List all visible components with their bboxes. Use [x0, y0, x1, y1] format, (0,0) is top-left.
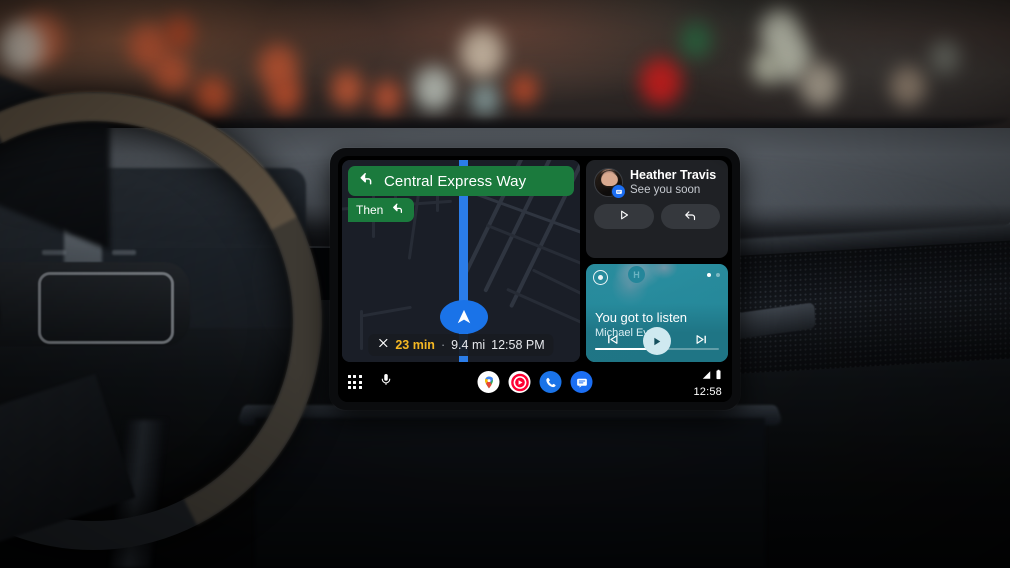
eta-arrival-time: 12:58 PM — [491, 338, 545, 352]
taskbar-app-icons — [477, 371, 593, 393]
head-unit-display: Central Express Way Then 23 min · 9.4 mi… — [330, 148, 740, 410]
android-auto-screen: Central Express Way Then 23 min · 9.4 mi… — [338, 156, 732, 402]
message-sender-name: Heather Travis — [630, 168, 717, 182]
close-x-icon[interactable] — [377, 336, 389, 354]
bokeh-light — [0, 22, 44, 72]
bokeh-light — [194, 76, 230, 117]
skip-next-icon — [694, 332, 709, 350]
map-road — [360, 310, 363, 350]
navigation-banner: Central Express Way — [348, 166, 574, 196]
media-title: You got to listen — [595, 310, 688, 325]
bokeh-light — [268, 76, 302, 115]
eta-distance: 9.4 mi — [451, 338, 486, 352]
play-message-button[interactable] — [594, 204, 654, 230]
bokeh-light — [164, 16, 194, 50]
navigation-then-banner: Then — [348, 198, 415, 222]
screen-content: Central Express Way Then 23 min · 9.4 mi… — [338, 156, 732, 362]
taskbar-left — [348, 371, 393, 393]
next-track-button[interactable] — [694, 332, 709, 350]
message-actions — [594, 204, 720, 230]
current-position-marker — [440, 300, 488, 334]
navigation-street-name: Central Express Way — [384, 172, 527, 190]
turn-left-arrow-icon — [391, 201, 405, 220]
previous-track-button[interactable] — [605, 332, 620, 350]
media-app-logo-icon — [593, 270, 608, 285]
google-maps-icon[interactable] — [477, 371, 500, 393]
taskbar-status: 12:58 — [693, 367, 722, 398]
bokeh-light — [640, 58, 682, 106]
page-dot — [716, 273, 720, 277]
app-grid-icon[interactable] — [348, 375, 362, 389]
taskbar-clock: 12:58 — [693, 385, 722, 398]
page-dot-active — [707, 273, 711, 277]
reply-message-button[interactable] — [660, 204, 720, 230]
play-button[interactable] — [642, 327, 671, 355]
play-icon — [642, 327, 671, 355]
youtube-music-icon[interactable] — [508, 371, 531, 393]
center-console — [255, 418, 765, 568]
message-preview: See you soon — [630, 183, 701, 196]
bokeh-light — [890, 66, 926, 107]
message-header: Heather Travis See you soon — [594, 168, 720, 200]
messages-badge-icon — [611, 184, 626, 200]
navigation-then-label: Then — [356, 203, 384, 217]
map-road — [506, 287, 580, 336]
media-page-dots — [707, 273, 720, 277]
media-controls — [586, 327, 728, 355]
eta-separator: · — [440, 338, 446, 352]
bokeh-light — [752, 50, 782, 84]
speaker-grille-shading — [728, 239, 1010, 375]
steering-wheel-control-pad[interactable] — [38, 272, 174, 344]
car-interior-scene: Central Express Way Then 23 min · 9.4 mi… — [0, 0, 1010, 568]
eta-bar[interactable]: 23 min · 9.4 mi 12:58 PM — [368, 334, 554, 356]
taskbar: 12:58 — [338, 362, 732, 402]
right-panel-column: Heather Travis See you soon You got to l… — [586, 160, 728, 362]
message-notification-card[interactable]: Heather Travis See you soon — [586, 160, 728, 258]
reply-arrow-icon — [683, 208, 698, 226]
bokeh-light — [680, 22, 712, 58]
message-text-block: Heather Travis See you soon — [630, 168, 716, 197]
turn-left-arrow-icon — [358, 170, 375, 192]
media-player-card[interactable]: H You got to listen Michael Evans — [586, 264, 728, 362]
messages-icon[interactable] — [570, 371, 593, 393]
play-outline-icon — [617, 208, 631, 225]
status-icon-group — [701, 367, 722, 385]
battery-icon — [715, 367, 722, 385]
avatar-wrapper — [594, 168, 626, 200]
eta-duration: 23 min — [395, 338, 435, 352]
map-panel[interactable]: Central Express Way Then 23 min · 9.4 mi… — [342, 160, 580, 362]
bokeh-light — [470, 82, 500, 116]
bokeh-light — [152, 52, 190, 95]
bokeh-light — [930, 40, 960, 74]
cellular-signal-icon — [701, 367, 712, 385]
bokeh-light — [800, 62, 840, 107]
bokeh-light — [372, 80, 402, 114]
phone-icon[interactable] — [539, 371, 562, 393]
bokeh-light — [330, 70, 364, 109]
skip-previous-icon — [605, 332, 620, 350]
microphone-icon[interactable] — [379, 371, 393, 393]
map-road — [362, 305, 412, 318]
bokeh-light — [460, 28, 504, 78]
